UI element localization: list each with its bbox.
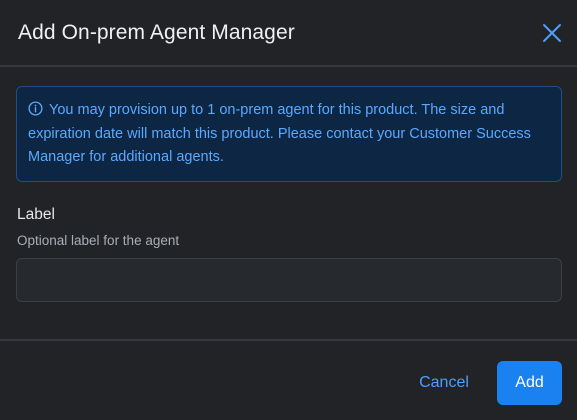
label-field-help: Optional label for the agent — [17, 233, 180, 248]
info-icon — [28, 101, 43, 116]
footer-divider — [0, 339, 577, 341]
close-button[interactable] — [538, 19, 566, 47]
label-field-label: Label — [17, 206, 55, 223]
label-input[interactable] — [16, 258, 562, 302]
cancel-button[interactable]: Cancel — [402, 361, 486, 405]
info-message-container: You may provision up to 1 on-prem agent … — [28, 99, 550, 170]
close-icon — [543, 24, 561, 42]
dialog-header: Add On-prem Agent Manager — [0, 0, 577, 67]
dialog-title: Add On-prem Agent Manager — [18, 21, 295, 44]
add-agent-dialog: Add On-prem Agent Manager You may provis… — [0, 0, 577, 420]
add-button[interactable]: Add — [497, 361, 562, 405]
info-message: You may provision up to 1 on-prem agent … — [28, 102, 531, 165]
info-banner: You may provision up to 1 on-prem agent … — [16, 86, 562, 182]
